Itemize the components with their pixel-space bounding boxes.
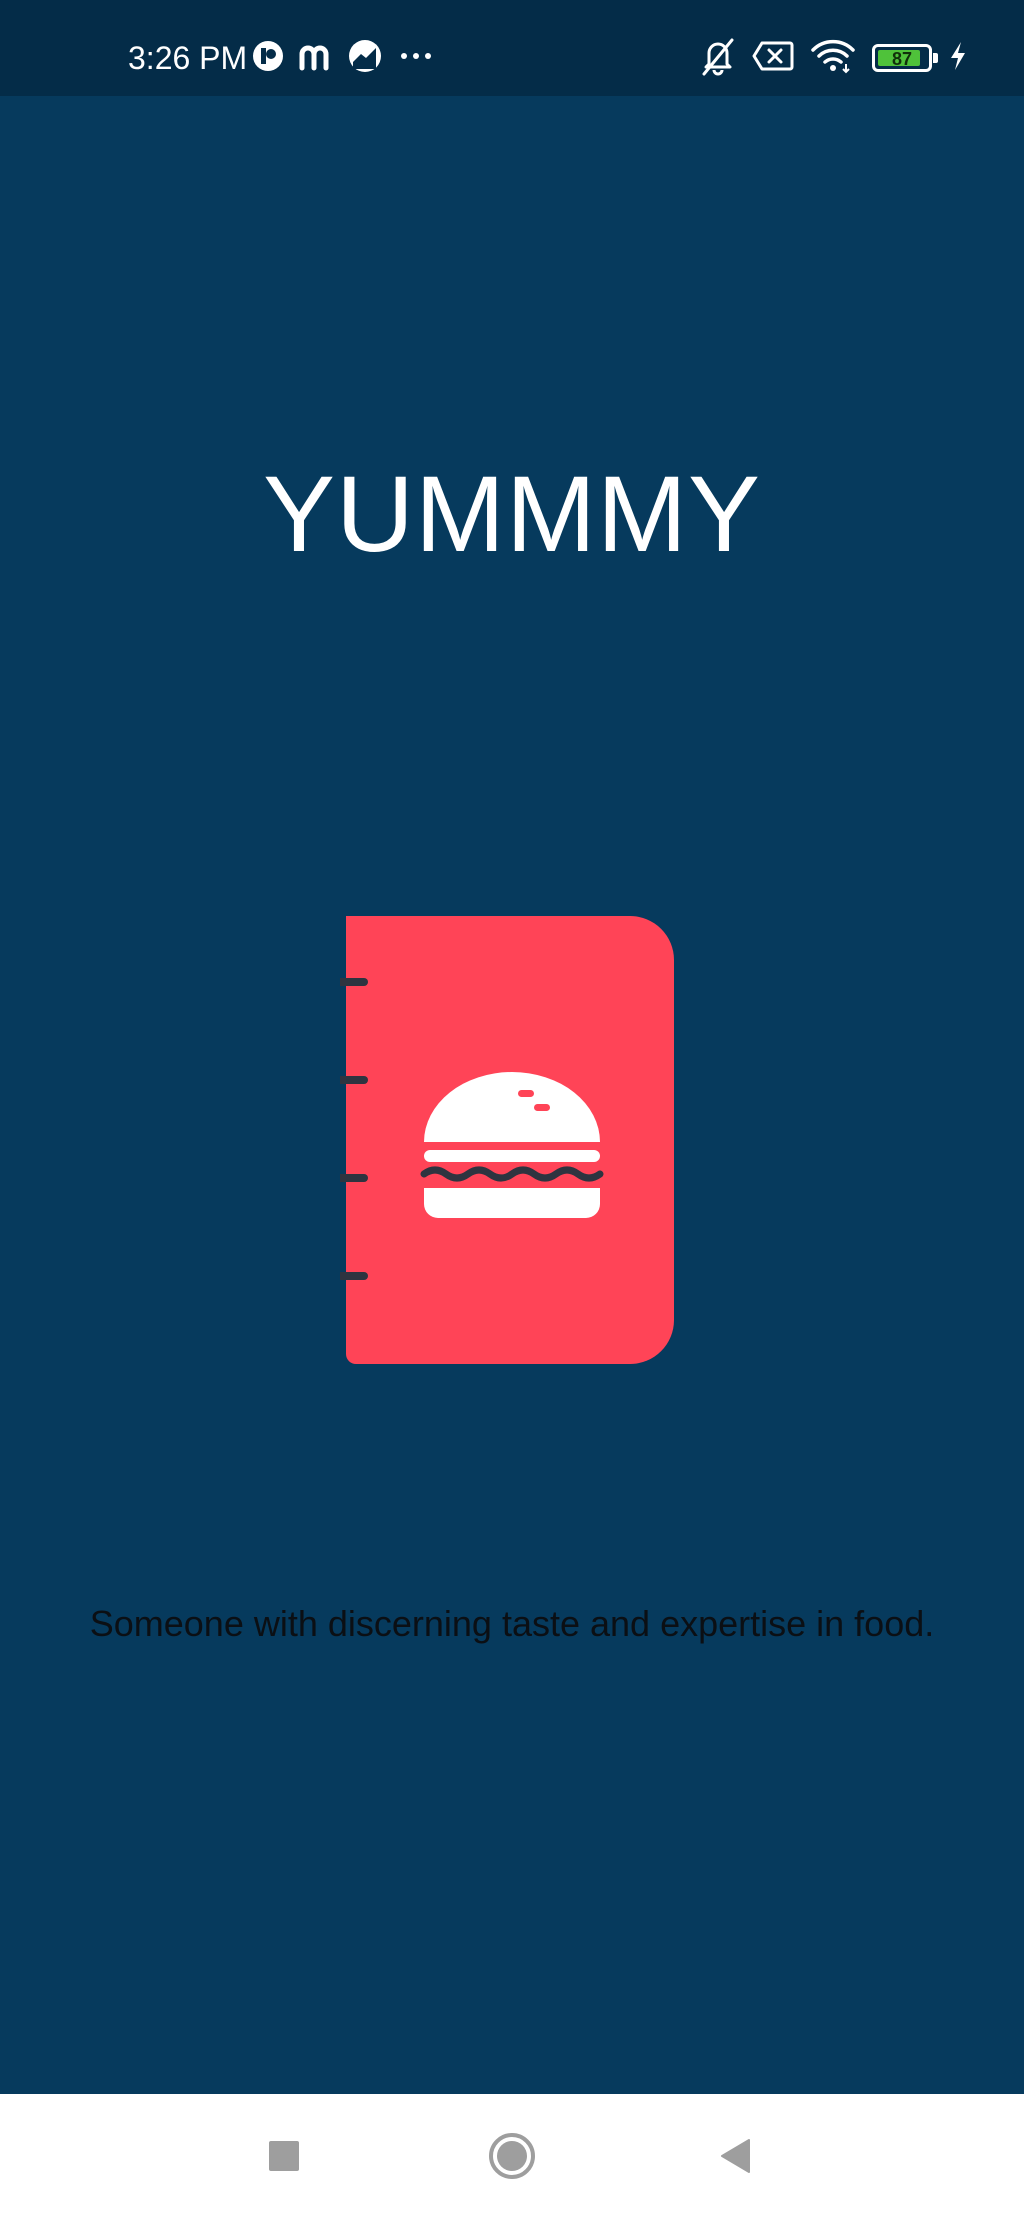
sesame-seed-1 xyxy=(518,1090,534,1097)
battery-icon: 87 xyxy=(872,44,938,72)
status-bar: 3:26 PM 87 xyxy=(0,0,1024,96)
sesame-seed-2 xyxy=(534,1104,550,1111)
back-triangle-icon[interactable] xyxy=(704,2124,768,2188)
more-dots-icon xyxy=(396,40,436,77)
burger-lettuce xyxy=(424,1150,600,1162)
app-icon-r xyxy=(252,40,284,77)
system-icons: 87 xyxy=(700,36,968,80)
home-circle-icon[interactable] xyxy=(480,2124,544,2188)
battery-nub xyxy=(933,53,938,63)
app-title: YUMMMY xyxy=(263,453,761,574)
wifi-icon xyxy=(810,38,856,79)
burger-bottom-bun xyxy=(424,1188,600,1218)
navigation-bar xyxy=(0,2094,1024,2219)
battery-level: 87 xyxy=(891,49,913,69)
status-time: 3:26 PM xyxy=(128,40,248,76)
app-icon-m xyxy=(298,40,334,77)
tagline: Someone with discerning taste and expert… xyxy=(89,1603,935,1644)
bell-off-icon xyxy=(700,36,736,81)
recents-square-icon[interactable] xyxy=(252,2124,316,2188)
burger-menu-book-icon xyxy=(332,910,690,1370)
notification-icons xyxy=(252,38,436,78)
charging-bolt-icon xyxy=(948,40,968,77)
app-icon-chart xyxy=(348,39,382,78)
sim-x-icon xyxy=(752,40,794,77)
